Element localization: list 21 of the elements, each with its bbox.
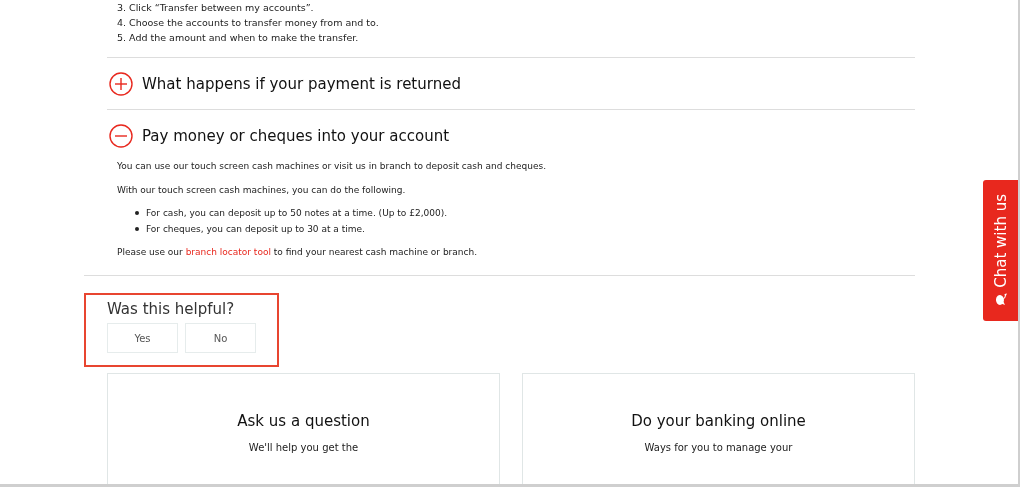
card-text: Ways for you to manage your: [643, 442, 794, 453]
feedback-question: Was this helpful?: [107, 300, 236, 318]
body-text: With our touch screen cash machines, you can do the following.: [117, 185, 407, 195]
bullet-text: For cash, you can deposit up to 50 notes at a time. (Up to £2,000).: [146, 207, 448, 220]
body-text: Please use our branch locator tool to find your nearest cash machine or branch.: [117, 247, 479, 257]
step-text: 4. Choose the accounts to transfer money from and to.: [117, 16, 380, 30]
feedback-button[interactable]: Yes: [107, 323, 178, 353]
step-text: 3. Click “Transfer between my accounts”.: [117, 1, 315, 15]
chat-tab[interactable]: Chat with us: [983, 180, 1018, 321]
card-title: Ask us a question: [236, 412, 371, 430]
body-text: You can use our touch screen cash machines or visit us in branch to deposit cash and cheques.: [117, 161, 548, 171]
bullet-text: For cheques, you can deposit up to 30 at a time.: [146, 223, 365, 236]
card-title: Do your banking online: [630, 412, 807, 430]
step-text: 5. Add the amount and when to make the transfer.: [117, 31, 360, 45]
card-text: We'll help you get the: [247, 442, 360, 453]
feedback-button[interactable]: No: [185, 323, 256, 353]
bullet-icon: [135, 211, 139, 215]
accordion-header[interactable]: Pay money or cheques into your account: [107, 110, 450, 161]
branch-locator-link[interactable]: branch locator tool: [185, 247, 271, 257]
bullet-icon: [135, 227, 139, 231]
accordion-header[interactable]: What happens if your payment is returned: [107, 58, 461, 109]
